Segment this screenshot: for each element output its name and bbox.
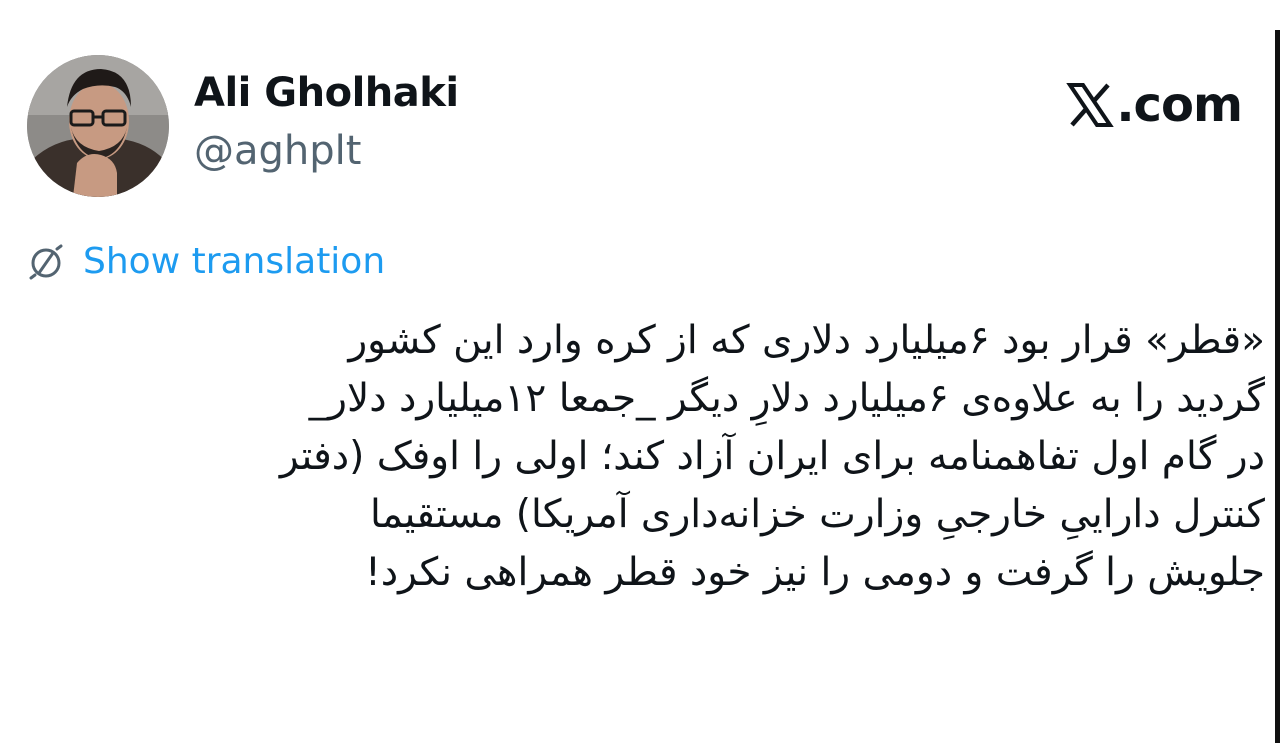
screenshot-edge: [1275, 30, 1280, 743]
tweet-text: «قطر» قرار بود ۶میلیارد دلاری که از کره …: [55, 312, 1265, 602]
profile-photo-icon: [27, 55, 169, 197]
tweet-line: جلویش را گرفت و دومی را نیز خود قطر همرا…: [365, 550, 1265, 595]
avatar[interactable]: [27, 55, 169, 197]
globe-icon: [29, 244, 63, 280]
brand-logo: .com: [1066, 77, 1243, 133]
tweet-line: کنترل داراییِ خارجیِ وزارت خزانه‌داری آم…: [370, 492, 1265, 537]
brand-text: .com: [1116, 77, 1243, 133]
tweet-line: «قطر» قرار بود ۶میلیارد دلاری که از کره …: [348, 318, 1265, 363]
author-identity: Ali Gholhaki @aghplt: [194, 69, 459, 175]
x-logo-icon: [1066, 83, 1115, 127]
show-translation-link[interactable]: Show translation: [27, 240, 385, 284]
author-display-name[interactable]: Ali Gholhaki: [194, 69, 459, 117]
show-translation-label: Show translation: [83, 241, 386, 282]
tweet-line: در گام اول تفاهمنامه برای ایران آزاد کند…: [279, 434, 1265, 479]
tweet-line: گردید را به علاوه‌ی ۶میلیارد دلارِ دیگر …: [308, 376, 1265, 421]
author-handle[interactable]: @aghplt: [194, 127, 459, 175]
tweet-header: Ali Gholhaki @aghplt .com: [27, 55, 1247, 200]
